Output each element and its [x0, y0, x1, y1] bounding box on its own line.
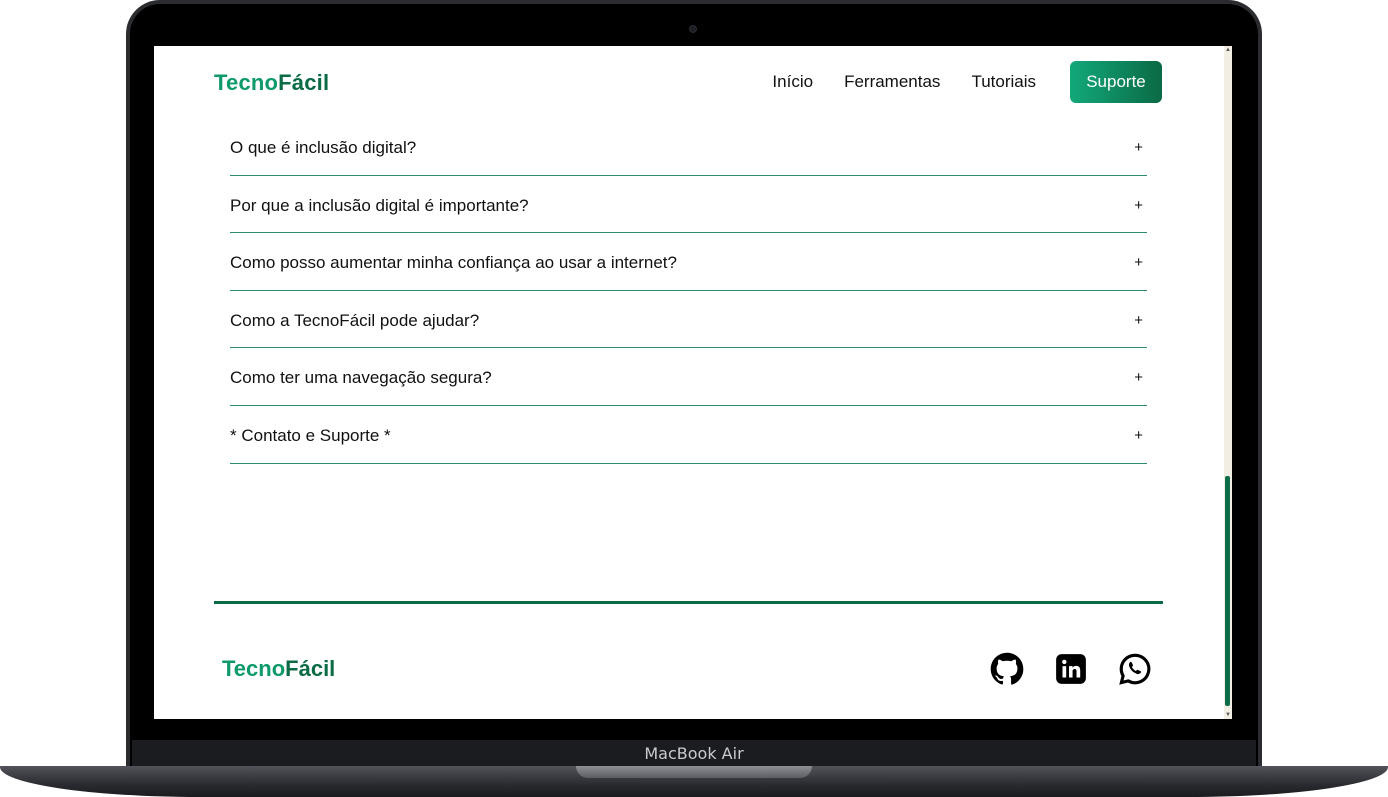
faq-item[interactable]: Como a TecnoFácil pode ajudar? +: [230, 291, 1147, 349]
faq-item[interactable]: Como ter uma navegação segura? +: [230, 348, 1147, 406]
footer-divider: [214, 601, 1163, 604]
faq-question: * Contato e Suporte *: [230, 425, 391, 445]
device-label: MacBook Air: [644, 744, 744, 763]
scroll-up-icon[interactable]: ▲: [1224, 46, 1232, 54]
faq-question: Como a TecnoFácil pode ajudar?: [230, 310, 480, 330]
browser-viewport: TecnoFácil Início Ferramentas Tutoriais …: [154, 46, 1232, 719]
logo-part1: Tecno: [214, 70, 279, 95]
expand-icon[interactable]: +: [1134, 139, 1143, 156]
site-header: TecnoFácil Início Ferramentas Tutoriais …: [154, 46, 1224, 122]
logo-part2: Fácil: [278, 70, 330, 95]
expand-icon[interactable]: +: [1134, 369, 1143, 386]
nav-link-ferramentas[interactable]: Ferramentas: [844, 72, 940, 92]
laptop-mockup: MacBook Air TecnoFácil Início Ferramenta…: [0, 0, 1388, 797]
camera-icon: [689, 25, 697, 33]
faq-question: Como ter uma navegação segura?: [230, 368, 492, 388]
main-nav: Início Ferramentas Tutoriais Suporte: [741, 61, 1162, 103]
expand-icon[interactable]: +: [1134, 312, 1143, 329]
expand-icon[interactable]: +: [1134, 197, 1143, 214]
expand-icon[interactable]: +: [1134, 254, 1143, 271]
expand-icon[interactable]: +: [1134, 427, 1143, 444]
support-button[interactable]: Suporte: [1070, 61, 1162, 103]
nav-link-inicio[interactable]: Início: [772, 72, 813, 92]
faq-item[interactable]: O que é inclusão digital? +: [230, 118, 1147, 176]
social-links: [990, 652, 1182, 686]
laptop-notch: [576, 766, 812, 778]
nav-link-tutoriais[interactable]: Tutoriais: [971, 72, 1036, 92]
faq-question: O que é inclusão digital?: [230, 138, 417, 157]
linkedin-icon[interactable]: [1054, 652, 1088, 686]
whatsapp-icon[interactable]: [1118, 652, 1152, 686]
faq-item[interactable]: Como posso aumentar minha confiança ao u…: [230, 233, 1147, 291]
faq-list: O que é inclusão digital? + Por que a in…: [230, 118, 1147, 464]
footer-logo-part2: Fácil: [285, 656, 336, 681]
faq-item[interactable]: * Contato e Suporte * +: [230, 406, 1147, 464]
footer-logo-part1: Tecno: [222, 656, 286, 681]
github-icon[interactable]: [990, 652, 1024, 686]
faq-question: Por que a inclusão digital é importante?: [230, 195, 529, 215]
site-logo[interactable]: TecnoFácil: [214, 70, 329, 96]
footer-logo[interactable]: TecnoFácil: [222, 656, 335, 682]
faq-question: Como posso aumentar minha confiança ao u…: [230, 253, 677, 273]
faq-item[interactable]: Por que a inclusão digital é importante?…: [230, 176, 1147, 234]
scrollbar-thumb[interactable]: [1225, 476, 1230, 706]
scroll-down-icon[interactable]: ▼: [1224, 711, 1232, 719]
